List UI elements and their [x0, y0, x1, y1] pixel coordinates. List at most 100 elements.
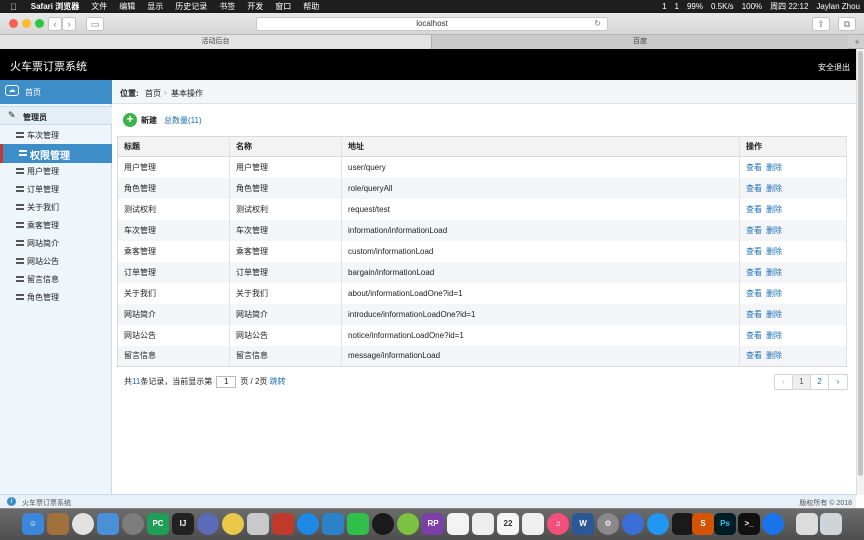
notes-icon[interactable] — [47, 513, 69, 535]
tab-active-admin[interactable]: 活动后台 — [0, 35, 432, 49]
sidebar-item[interactable]: 车次管理 — [0, 126, 112, 144]
system-preferences-icon[interactable]: ⚙ — [597, 513, 619, 535]
sidebar-item[interactable]: 关于我们 — [0, 198, 112, 216]
new-tab-button[interactable]: + — [850, 35, 864, 49]
view-link[interactable]: 查看 — [746, 247, 762, 256]
clock[interactable]: 周四 22:12 — [766, 1, 812, 12]
view-link[interactable]: 查看 — [746, 289, 762, 298]
zoom-window-button[interactable] — [35, 19, 44, 28]
redis-icon[interactable] — [272, 513, 294, 535]
page-button-1[interactable]: 1 — [793, 375, 811, 389]
sidebar-item[interactable]: 角色管理 — [0, 288, 112, 306]
add-button-label[interactable]: 新建 — [141, 115, 157, 126]
mail-icon[interactable] — [322, 513, 344, 535]
intellij-icon[interactable]: IJ — [172, 513, 194, 535]
sublime-icon[interactable]: S — [692, 513, 714, 535]
tab-baidu[interactable]: 百度 — [432, 35, 848, 49]
delete-link[interactable]: 删除 — [766, 205, 782, 214]
apple-icon[interactable]:  — [0, 2, 25, 12]
reload-icon[interactable]: ↻ — [594, 18, 601, 30]
app-icon-yellow[interactable] — [222, 513, 244, 535]
view-link[interactable]: 查看 — [746, 205, 762, 214]
word-icon[interactable]: W — [572, 513, 594, 535]
axure-icon[interactable]: RP — [422, 513, 444, 535]
menu-app-name[interactable]: Safari 浏览器 — [25, 1, 85, 12]
sidebar-item[interactable]: 网站简介 — [0, 234, 112, 252]
share-icon[interactable]: ⇪ — [812, 17, 830, 31]
jump-link[interactable]: 跳转 — [270, 377, 286, 386]
menu-item-develop[interactable]: 开发 — [241, 1, 269, 12]
sidebar-item[interactable]: 留言信息 — [0, 270, 112, 288]
wechat-count[interactable]: 1 — [671, 2, 683, 11]
menu-item-view[interactable]: 显示 — [141, 1, 169, 12]
page-button-2[interactable]: 2 — [811, 375, 829, 389]
view-link[interactable]: 查看 — [746, 351, 762, 360]
breadcrumb-home[interactable]: 首页 — [145, 88, 161, 99]
app-icon-purple[interactable] — [197, 513, 219, 535]
sidebar-home[interactable]: ☁ 首页 — [0, 80, 112, 104]
app-icon-green[interactable] — [397, 513, 419, 535]
preview-icon[interactable] — [97, 513, 119, 535]
add-icon[interactable]: + — [123, 113, 137, 127]
minimize-window-button[interactable] — [22, 19, 31, 28]
back-button[interactable]: ‹ — [48, 17, 62, 31]
forward-button[interactable]: › — [62, 17, 76, 31]
music-icon[interactable]: ♫ — [547, 513, 569, 535]
prev-page-button[interactable]: ‹ — [775, 375, 793, 389]
delete-link[interactable]: 删除 — [766, 310, 782, 319]
baidu-netdisk-icon[interactable] — [622, 513, 644, 535]
qq-icon[interactable] — [372, 513, 394, 535]
calendar-icon[interactable]: 22 — [497, 513, 519, 535]
sidebar-toggle-icon[interactable]: ▭ — [86, 17, 104, 31]
delete-link[interactable]: 删除 — [766, 184, 782, 193]
menu-item-bookmarks[interactable]: 书签 — [213, 1, 241, 12]
downloads-icon[interactable] — [796, 513, 818, 535]
menu-item-edit[interactable]: 编辑 — [113, 1, 141, 12]
tabs-overview-icon[interactable]: ⧉ — [838, 17, 856, 31]
address-bar[interactable]: localhost ↻ — [256, 17, 608, 31]
stickies-icon[interactable] — [447, 513, 469, 535]
reminders-icon[interactable] — [522, 513, 544, 535]
trash-icon[interactable] — [820, 513, 842, 535]
delete-link[interactable]: 删除 — [766, 351, 782, 360]
photoshop-icon[interactable]: Ps — [714, 513, 736, 535]
scrollbar-thumb[interactable] — [858, 51, 863, 476]
menu-item-window[interactable]: 窗口 — [269, 1, 297, 12]
sequel-icon[interactable] — [247, 513, 269, 535]
delete-link[interactable]: 删除 — [766, 163, 782, 172]
delete-link[interactable]: 删除 — [766, 226, 782, 235]
view-link[interactable]: 查看 — [746, 184, 762, 193]
logout-link[interactable]: 安全退出 — [818, 62, 850, 73]
safari-icon[interactable] — [297, 513, 319, 535]
sidebar-item[interactable]: 网站公告 — [0, 252, 112, 270]
terminal-icon[interactable]: >_ — [738, 513, 760, 535]
view-link[interactable]: 查看 — [746, 268, 762, 277]
browser-icon[interactable] — [762, 513, 784, 535]
teamviewer-icon[interactable] — [647, 513, 669, 535]
sidebar-group-admin[interactable]: ✎ 管理员 — [0, 106, 112, 125]
menu-item-help[interactable]: 帮助 — [297, 1, 325, 12]
delete-link[interactable]: 删除 — [766, 289, 782, 298]
menu-item-file[interactable]: 文件 — [85, 1, 113, 12]
launchpad-icon[interactable] — [122, 513, 144, 535]
close-window-button[interactable] — [9, 19, 18, 28]
view-link[interactable]: 查看 — [746, 310, 762, 319]
view-link[interactable]: 查看 — [746, 163, 762, 172]
view-link[interactable]: 查看 — [746, 226, 762, 235]
view-link[interactable]: 查看 — [746, 331, 762, 340]
page-number-input[interactable]: 1 — [216, 376, 237, 388]
sidebar-item[interactable]: 乘客管理 — [0, 216, 112, 234]
wechat-icon[interactable] — [347, 513, 369, 535]
qq-icon-2[interactable] — [672, 513, 694, 535]
finder-icon[interactable]: ☺ — [22, 513, 44, 535]
photos-icon[interactable] — [72, 513, 94, 535]
notification-count[interactable]: 1 — [658, 2, 670, 11]
page-scrollbar[interactable] — [856, 49, 864, 495]
delete-link[interactable]: 删除 — [766, 331, 782, 340]
menu-item-history[interactable]: 历史记录 — [169, 1, 213, 12]
textedit-icon[interactable] — [472, 513, 494, 535]
delete-link[interactable]: 删除 — [766, 268, 782, 277]
delete-link[interactable]: 删除 — [766, 247, 782, 256]
sidebar-item[interactable]: 用户管理 — [0, 162, 112, 180]
user-name[interactable]: Jaylan Zhou — [812, 2, 864, 11]
